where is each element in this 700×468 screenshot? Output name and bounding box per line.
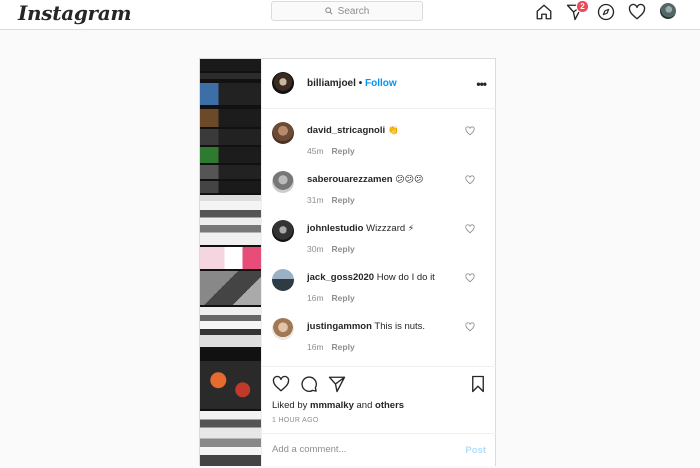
liked-by-others[interactable]: others bbox=[375, 400, 404, 411]
post-timestamp[interactable]: 1 HOUR AGO bbox=[272, 417, 319, 424]
comment-meta: 31m Reply bbox=[307, 195, 355, 205]
confused-emoji: 😕😕😕 bbox=[395, 174, 423, 184]
search-placeholder: Search bbox=[338, 6, 370, 17]
profile-avatar[interactable] bbox=[660, 3, 676, 19]
lightning-emoji: ⚡ bbox=[408, 223, 414, 233]
post-image[interactable] bbox=[200, 59, 261, 466]
comment-username[interactable]: saberouarezzamen bbox=[307, 174, 393, 185]
comment-time[interactable]: 30m bbox=[307, 244, 324, 254]
comment-username[interactable]: david_stricagnoli bbox=[307, 125, 385, 136]
home-icon[interactable] bbox=[535, 3, 553, 21]
comment-time[interactable]: 16m bbox=[307, 293, 324, 303]
comment-text-line: david_stricagnoli 👏 bbox=[307, 125, 399, 136]
comment-text-line: justingammon This is nuts. bbox=[307, 321, 425, 332]
comment-meta: 30m Reply bbox=[307, 244, 355, 254]
post-sidebar: billiamjoel • Follow ••• david_stricagno… bbox=[261, 59, 496, 466]
add-comment-bar: Post bbox=[262, 433, 496, 468]
comment-username[interactable]: jack_goss2020 bbox=[307, 272, 374, 283]
follow-button[interactable]: Follow bbox=[365, 78, 397, 89]
comment-item: justingammon This is nuts. 16m Reply bbox=[262, 304, 496, 353]
commenter-avatar[interactable] bbox=[272, 220, 294, 242]
comment-text: How do I do it bbox=[377, 272, 435, 283]
comment-like-heart-icon[interactable] bbox=[465, 322, 475, 332]
reply-button[interactable]: Reply bbox=[332, 342, 355, 352]
commenter-avatar[interactable] bbox=[272, 269, 294, 291]
liked-by-user[interactable]: mmmalky bbox=[310, 400, 354, 411]
add-comment-input[interactable] bbox=[272, 444, 442, 455]
post-comment-button[interactable]: Post bbox=[465, 445, 486, 456]
commenter-avatar[interactable] bbox=[272, 122, 294, 144]
notification-badge: 2 bbox=[576, 0, 589, 13]
comment-like-heart-icon[interactable] bbox=[465, 126, 475, 136]
author-line: billiamjoel • Follow bbox=[307, 78, 397, 89]
comment-time[interactable]: 31m bbox=[307, 195, 324, 205]
instagram-logo[interactable]: Instagram bbox=[18, 0, 131, 26]
save-bookmark-icon[interactable] bbox=[469, 375, 487, 393]
comment-text-line: jack_goss2020 How do I do it bbox=[307, 272, 435, 283]
post-header: billiamjoel • Follow ••• bbox=[262, 59, 496, 109]
comment-meta: 45m Reply bbox=[307, 146, 355, 156]
comment-username[interactable]: justingammon bbox=[307, 321, 372, 332]
top-nav: Instagram Search 2 bbox=[0, 0, 700, 30]
comment-meta: 16m Reply bbox=[307, 293, 355, 303]
share-icon[interactable] bbox=[328, 375, 346, 393]
comment-item: johnlestudio Wizzzard ⚡ 30m Reply bbox=[262, 206, 496, 255]
more-options-icon[interactable]: ••• bbox=[476, 77, 486, 91]
comment-time[interactable]: 16m bbox=[307, 342, 324, 352]
comment-bubble-icon[interactable] bbox=[300, 375, 318, 393]
comment-meta: 16m Reply bbox=[307, 342, 355, 352]
reply-button[interactable]: Reply bbox=[332, 244, 355, 254]
search-input[interactable]: Search bbox=[271, 1, 423, 21]
reply-button[interactable]: Reply bbox=[332, 195, 355, 205]
post-card: billiamjoel • Follow ••• david_stricagno… bbox=[199, 58, 496, 466]
comments-list: david_stricagnoli 👏 45m Reply saberouarez… bbox=[262, 108, 496, 366]
separator-dot: • bbox=[359, 78, 363, 89]
liked-by-prefix: Liked by bbox=[272, 400, 307, 411]
comment-text-line: saberouarezzamen 😕😕😕 bbox=[307, 174, 423, 185]
liked-by-and: and bbox=[357, 400, 373, 411]
post-actions: Liked by mmmalky and others 1 HOUR AGO P… bbox=[262, 366, 496, 467]
comment-item: jack_goss2020 How do I do it 16m Reply bbox=[262, 255, 496, 304]
comment-like-heart-icon[interactable] bbox=[465, 175, 475, 185]
comment-item: saberouarezzamen 😕😕😕 31m Reply bbox=[262, 157, 496, 206]
like-heart-icon[interactable] bbox=[272, 375, 290, 393]
comment-text: This is nuts. bbox=[374, 321, 425, 332]
reply-button[interactable]: Reply bbox=[332, 293, 355, 303]
comment-like-heart-icon[interactable] bbox=[465, 224, 475, 234]
author-avatar[interactable] bbox=[272, 72, 294, 94]
commenter-avatar[interactable] bbox=[272, 171, 294, 193]
clap-emoji: 👏 bbox=[388, 125, 399, 135]
commenter-avatar[interactable] bbox=[272, 318, 294, 340]
comment-item: david_stricagnoli 👏 45m Reply bbox=[262, 108, 496, 157]
likes-summary: Liked by mmmalky and others bbox=[272, 400, 404, 411]
author-username[interactable]: billiamjoel bbox=[307, 78, 356, 89]
comment-text-line: johnlestudio Wizzzard ⚡ bbox=[307, 223, 414, 234]
comment-time[interactable]: 45m bbox=[307, 146, 324, 156]
search-icon bbox=[325, 7, 333, 15]
comment-like-heart-icon[interactable] bbox=[465, 273, 475, 283]
reply-button[interactable]: Reply bbox=[332, 146, 355, 156]
comment-username[interactable]: johnlestudio bbox=[307, 223, 363, 234]
activity-heart-icon[interactable] bbox=[628, 3, 646, 21]
explore-icon[interactable] bbox=[597, 3, 615, 21]
comment-text: Wizzzard bbox=[366, 223, 405, 234]
